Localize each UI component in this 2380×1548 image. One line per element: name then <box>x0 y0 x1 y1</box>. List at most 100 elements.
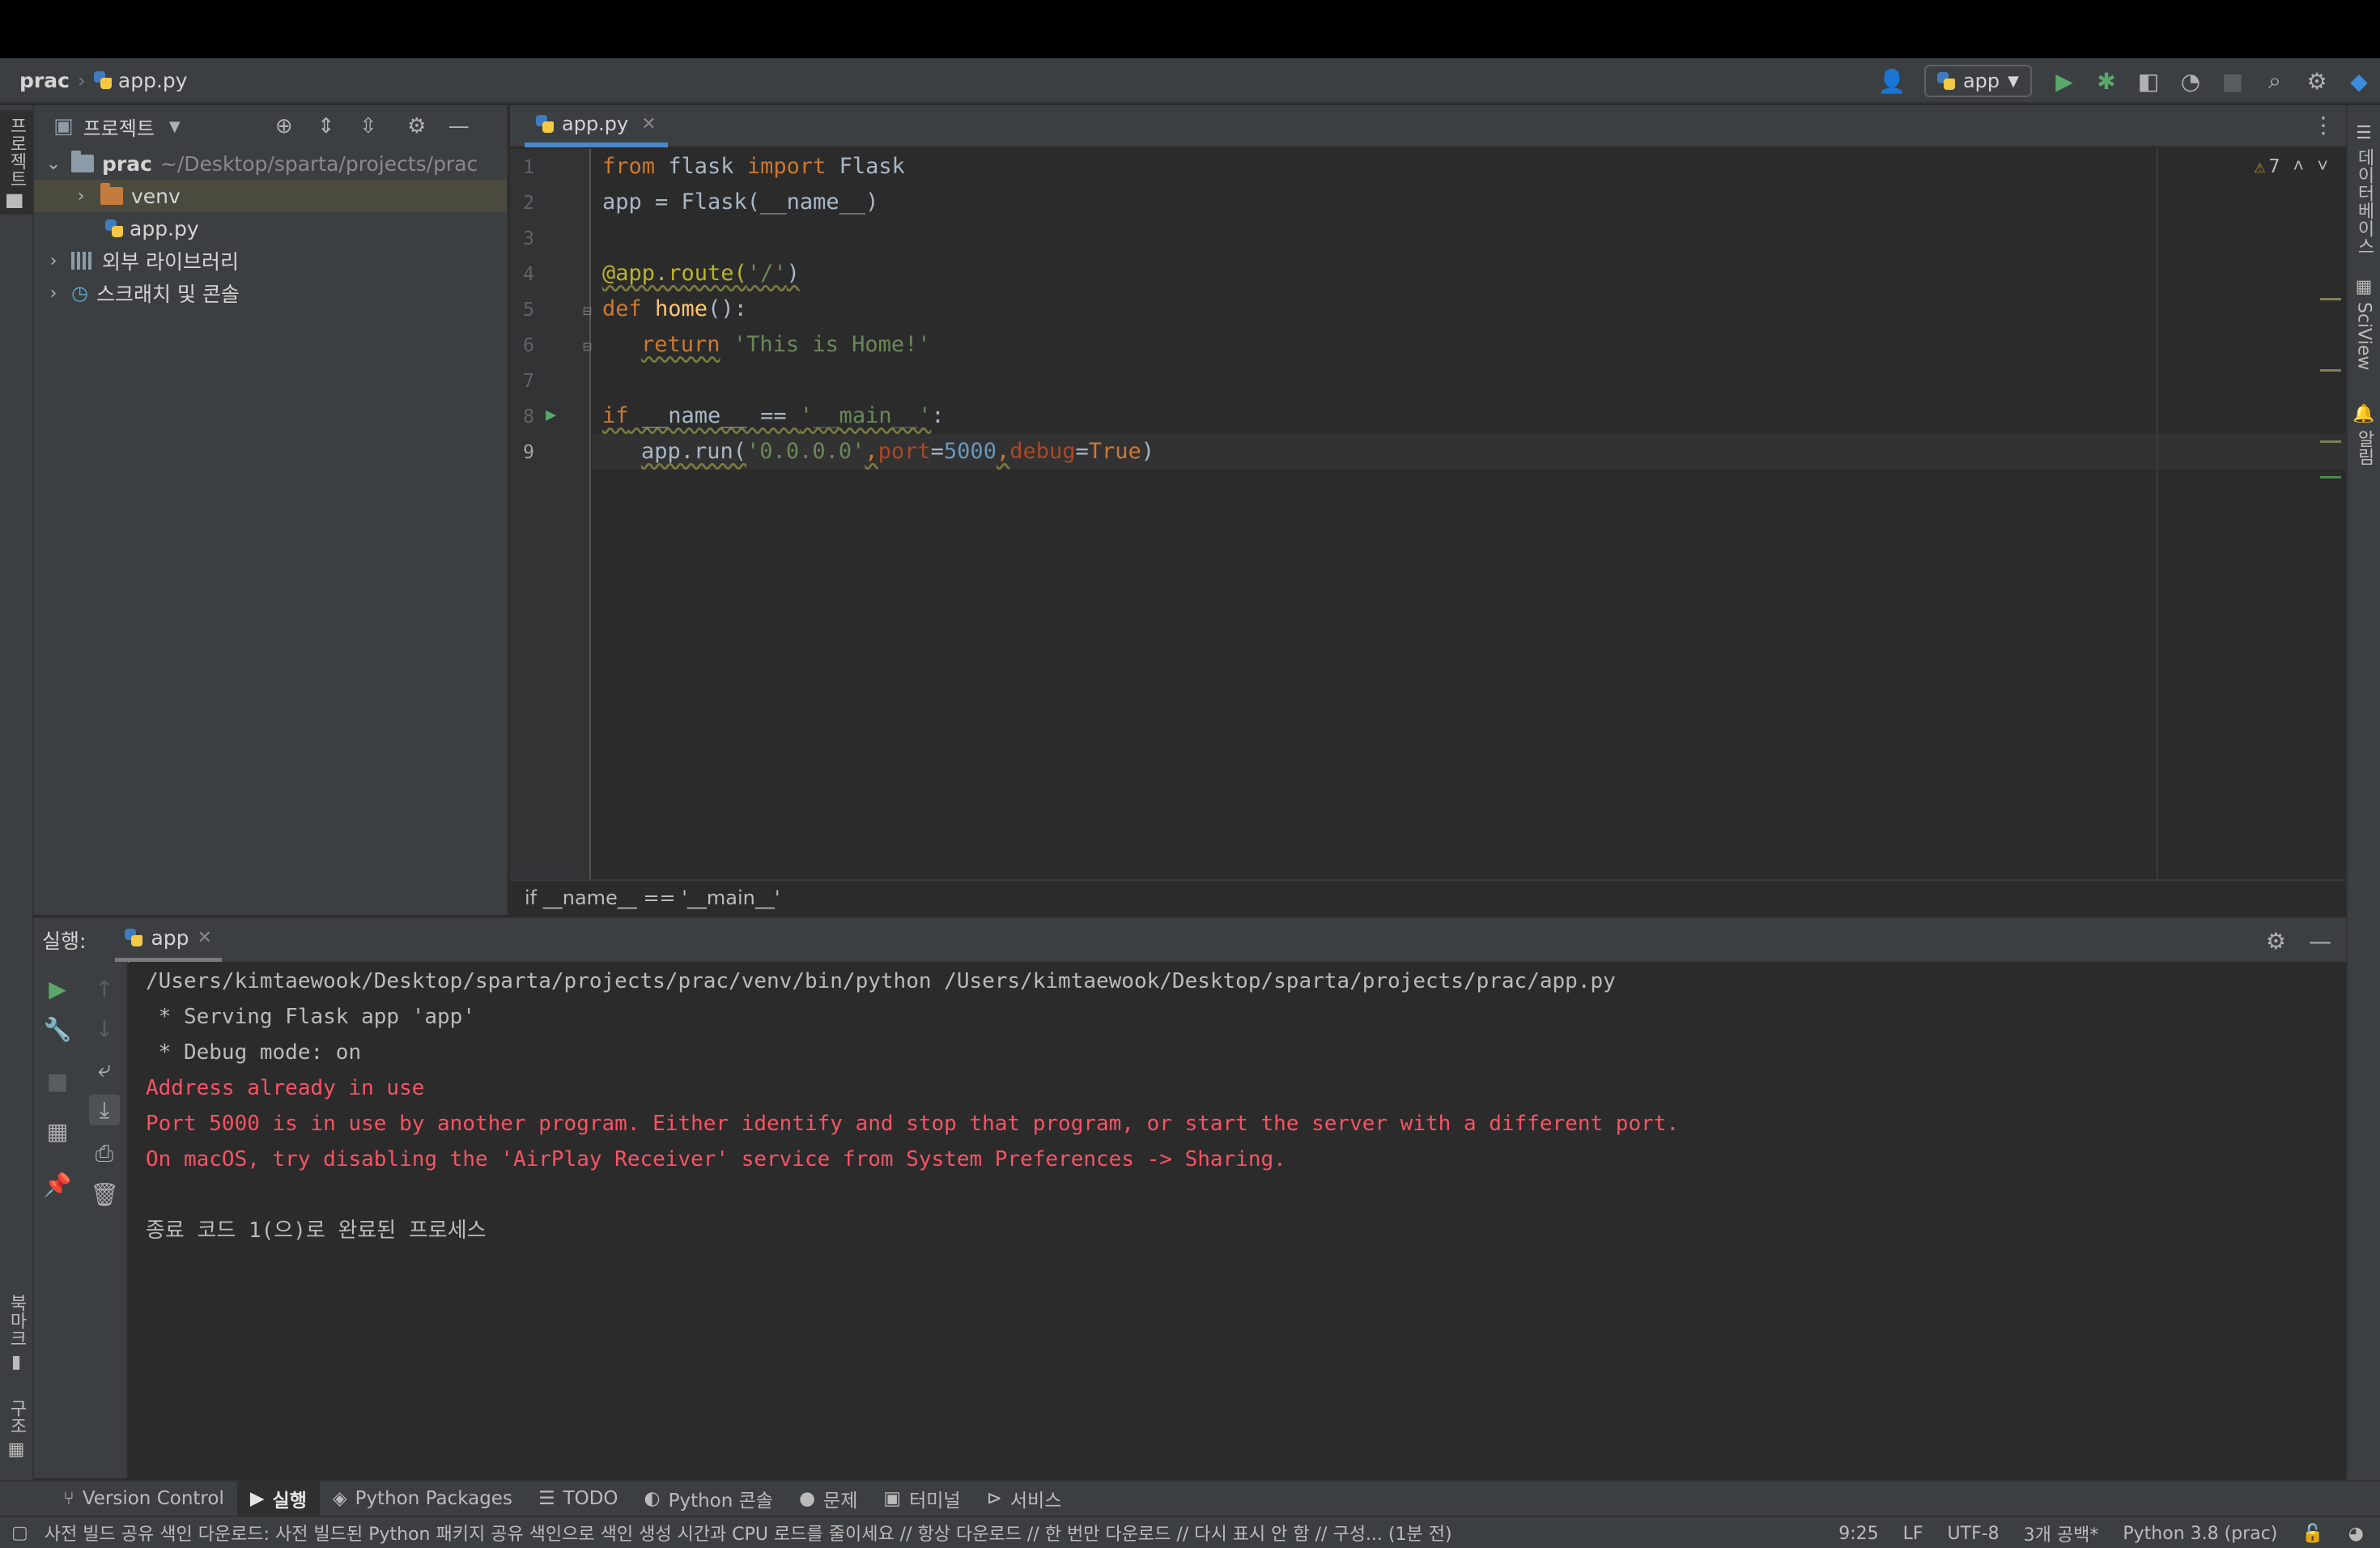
code-line-5: def home(): <box>602 296 747 321</box>
jetbrains-icon[interactable]: ◆ <box>2343 65 2375 97</box>
toolbar-right: 👤 app ▼ ▶ ✱ ◧ ◔ ■ ⌕ ⚙ ◆ <box>1871 58 2380 104</box>
tool-window-bar: ⑂ Version Control ▶ 실행 ◈ Python Packages ☰ T… <box>0 1480 2380 1516</box>
event-icon[interactable]: ◕ <box>2348 1524 2364 1544</box>
close-icon[interactable]: ✕ <box>198 928 212 948</box>
file-encoding[interactable]: UTF-8 <box>1948 1524 2000 1544</box>
tool-tab-version-control[interactable]: ⑂ Version Control <box>50 1481 237 1516</box>
tree-item-app-py[interactable]: app.py <box>34 212 507 245</box>
tree-item-label: app.py <box>130 216 199 240</box>
bookmarks-tool-tab[interactable]: 북마크 ▮ <box>0 1287 32 1379</box>
arrow-up-icon[interactable]: ↑ <box>89 973 120 1004</box>
python-icon <box>125 929 143 946</box>
caret-position[interactable]: 9:25 <box>1838 1524 1878 1544</box>
code-editor[interactable]: 1 2 3 4 5 6 7 8 9 ▶ ⊟ ⊟ from flask impor… <box>510 149 2346 879</box>
change-stripe-mark[interactable] <box>2320 476 2341 478</box>
locate-icon[interactable]: ⊕ <box>270 112 299 141</box>
chevron-down-icon[interactable]: ▼ <box>169 118 181 135</box>
project-panel-title[interactable]: 프로젝트 <box>83 113 155 141</box>
tree-item-external-libraries[interactable]: › 외부 라이브러리 <box>34 245 507 277</box>
error-stripe-mark[interactable] <box>2320 298 2341 300</box>
rerun-icon[interactable]: ▶ <box>42 973 73 1004</box>
notifications-tool-tab[interactable]: 🔔 알림 <box>2348 397 2380 472</box>
gear-icon[interactable]: ⚙ <box>2301 65 2333 97</box>
minimize-icon[interactable]: — <box>2309 928 2331 955</box>
structure-tool-tab[interactable]: 구조 ▦ <box>0 1393 32 1466</box>
chevron-right-icon[interactable]: › <box>42 251 65 271</box>
indent-setting[interactable]: 3개 공백* <box>2024 1520 2099 1546</box>
tool-tab-services[interactable]: ⊳ 서비스 <box>974 1481 1075 1516</box>
sciview-tool-tab[interactable]: ▦ SciView <box>2348 270 2380 376</box>
print-icon[interactable]: ⎙ <box>89 1138 120 1169</box>
structure-icon: ▦ <box>6 1440 27 1460</box>
run-panel-header: 실행: app ✕ ⚙ — <box>34 916 2346 963</box>
profile-icon[interactable]: ◔ <box>2174 65 2207 97</box>
code-breadcrumb[interactable]: if __name__ == '__main__' <box>525 887 780 909</box>
python-interpreter[interactable]: Python 3.8 (prac) <box>2123 1524 2277 1544</box>
chevron-down-icon[interactable]: ˅ <box>2317 155 2328 177</box>
tool-tab-run[interactable]: ▶ 실행 <box>236 1481 320 1516</box>
run-config-select[interactable]: app ▼ <box>1923 65 2032 97</box>
chevron-right-icon[interactable]: › <box>70 186 92 206</box>
coverage-icon[interactable]: ◧ <box>2132 65 2165 97</box>
sciview-icon: ▦ <box>2353 277 2374 297</box>
error-stripe-mark[interactable] <box>2320 440 2341 443</box>
tree-item-prac[interactable]: ⌄ prac ~/Desktop/sparta/projects/prac <box>34 147 507 180</box>
code-line-2: app = Flask(__name__) <box>602 189 879 215</box>
debug-icon[interactable]: ✱ <box>2090 65 2123 97</box>
fold-icon[interactable]: ⊟ <box>583 303 592 320</box>
pin-icon[interactable]: 📌 <box>42 1169 73 1200</box>
tool-tab-todo[interactable]: ☰ TODO <box>525 1481 631 1516</box>
tool-tab-problems[interactable]: ● 문제 <box>786 1481 870 1516</box>
layout-icon[interactable]: ▦ <box>42 1116 73 1146</box>
wrench-icon[interactable]: 🔧 <box>42 1014 73 1044</box>
status-message[interactable]: 사전 빌드 공유 색인 다운로드: 사전 빌드된 Python 패키지 공유 색… <box>45 1520 1452 1546</box>
arrow-down-icon[interactable]: ↓ <box>89 1014 120 1044</box>
stop-icon[interactable]: ■ <box>2216 65 2249 97</box>
run-console[interactable]: /Users/kimtaewook/Desktop/sparta/project… <box>130 962 2346 1478</box>
lock-icon[interactable]: 🔓 <box>2301 1524 2323 1544</box>
chevron-down-icon[interactable]: ⌄ <box>42 154 65 174</box>
user-icon[interactable]: 👤 <box>1876 65 1908 97</box>
database-tool-tab[interactable]: ☰ 데이터베이스 <box>2348 117 2380 262</box>
tool-tab-python-packages[interactable]: ◈ Python Packages <box>320 1481 525 1516</box>
project-panel-header: ▣ 프로젝트 ▼ ⊕ ⇕ ⇳ ⚙ — <box>34 105 507 147</box>
editor-tab-app-py[interactable]: app.py ✕ <box>525 105 668 147</box>
line-separator[interactable]: LF <box>1903 1524 1923 1544</box>
run-tab-app[interactable]: app ✕ <box>115 917 222 963</box>
console-line: 종료 코드 1(으)로 완료된 프로세스 <box>146 1218 487 1243</box>
line-number: 5 <box>523 300 534 321</box>
close-icon[interactable]: ✕ <box>641 114 656 134</box>
tree-item-scratches[interactable]: › ◷ 스크래치 및 콘솔 <box>34 277 507 309</box>
scroll-to-end-icon[interactable]: ⤓ <box>89 1095 120 1125</box>
tool-tab-terminal[interactable]: ▣ 터미널 <box>870 1481 973 1516</box>
more-icon[interactable]: ⋮ <box>2312 112 2335 138</box>
tool-tab-python-console[interactable]: ◐ Python 콘솔 <box>631 1481 786 1516</box>
run-gutter-icon[interactable]: ▶ <box>546 405 556 425</box>
minimize-icon[interactable]: — <box>444 112 474 141</box>
editor-tab-label: app.py <box>562 113 629 135</box>
stop-icon[interactable]: ■ <box>42 1065 73 1096</box>
chevron-right-icon[interactable]: › <box>42 283 65 304</box>
trash-icon[interactable]: 🗑 <box>89 1179 120 1210</box>
expand-all-icon[interactable]: ⇕ <box>312 112 341 141</box>
collapse-all-icon[interactable]: ⇳ <box>354 112 383 141</box>
search-icon[interactable]: ⌕ <box>2259 65 2291 97</box>
error-stripe-mark[interactable] <box>2320 369 2341 372</box>
code-line-4: @app.route('/') <box>602 261 800 286</box>
gear-icon[interactable]: ⚙ <box>2266 928 2286 955</box>
line-number: 1 <box>523 157 534 178</box>
tree-item-venv[interactable]: › venv <box>34 180 507 212</box>
notifications-tool-label: 알림 <box>2354 429 2374 466</box>
breadcrumb-file[interactable]: app.py <box>118 69 188 92</box>
project-tool-tab[interactable]: 프로젝트 ▆ <box>0 110 32 215</box>
gear-icon[interactable]: ⚙ <box>402 112 431 141</box>
run-tab-label: app <box>151 925 189 950</box>
breadcrumb-project[interactable]: prac <box>19 69 70 92</box>
status-bar: ▢ 사전 빌드 공유 색인 다운로드: 사전 빌드된 Python 패키지 공유… <box>0 1516 2380 1548</box>
panel-toggle-icon[interactable]: ▢ <box>11 1523 28 1543</box>
soft-wrap-icon[interactable]: ⤶ <box>89 1054 120 1085</box>
run-icon[interactable]: ▶ <box>2048 65 2080 97</box>
inspection-widget[interactable]: ⚠ 7 ˄ ˅ <box>2255 155 2328 177</box>
chevron-up-icon[interactable]: ˄ <box>2293 155 2304 177</box>
fold-end-icon[interactable]: ⊟ <box>583 338 592 355</box>
